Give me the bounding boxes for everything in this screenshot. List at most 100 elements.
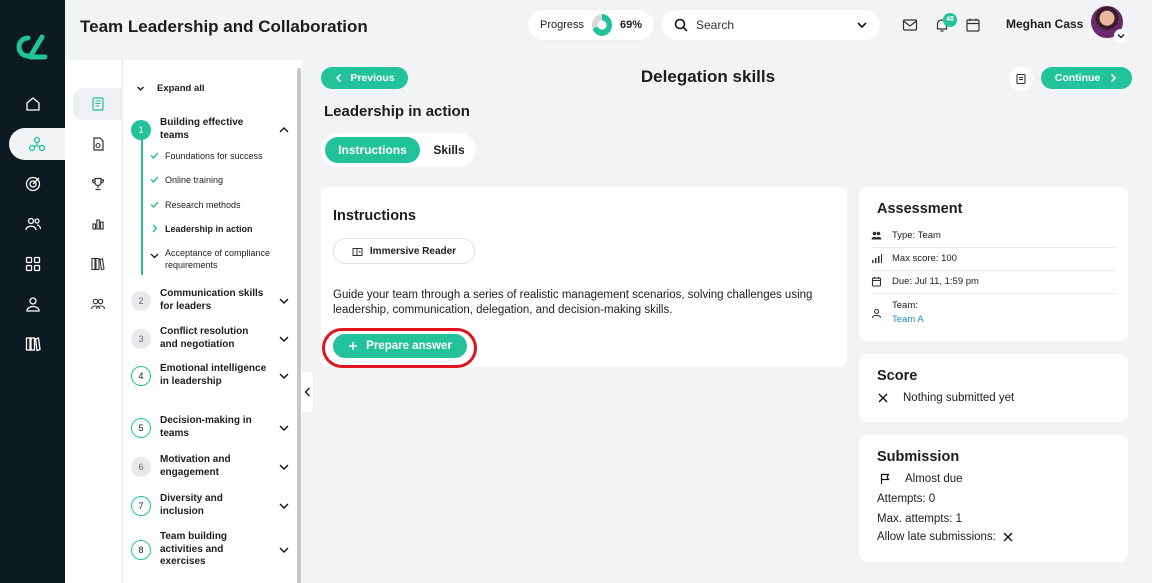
outline-tab-stats[interactable] bbox=[73, 208, 123, 240]
outline-tab-achievements[interactable] bbox=[73, 168, 123, 200]
previous-button[interactable]: Previous bbox=[321, 67, 408, 89]
user-icon bbox=[871, 308, 882, 319]
team-link[interactable]: Team A bbox=[892, 314, 924, 325]
highlight-annotation bbox=[322, 328, 477, 368]
network-icon bbox=[28, 136, 46, 152]
book-icon bbox=[92, 97, 104, 111]
immersive-reader-label: Immersive Reader bbox=[369, 245, 457, 257]
module-item[interactable]: 8 Team building activities and exercises bbox=[131, 531, 291, 569]
chevron-right-icon bbox=[1111, 73, 1117, 83]
score-status-text: Nothing submitted yet bbox=[903, 392, 1015, 404]
user-name[interactable]: Meghan Cass bbox=[1006, 17, 1083, 31]
nav-target[interactable] bbox=[0, 168, 65, 200]
lesson-item[interactable]: Acceptance of compliance requirements bbox=[150, 247, 290, 271]
lesson-progress-line bbox=[141, 138, 143, 275]
nav-users[interactable] bbox=[0, 208, 65, 240]
assessment-max-score-text: Max score: 100 bbox=[892, 253, 957, 264]
left-nav-bar bbox=[0, 0, 65, 583]
nav-home[interactable] bbox=[0, 88, 65, 120]
chevron-down-icon[interactable] bbox=[277, 294, 291, 308]
outline-tab-documents[interactable] bbox=[73, 128, 123, 160]
progress-label: Progress bbox=[540, 19, 585, 31]
calendar-icon bbox=[871, 277, 882, 287]
outline-scrollbar[interactable] bbox=[297, 68, 301, 583]
previous-label: Previous bbox=[350, 72, 395, 84]
module-item[interactable]: 6 Motivation and engagement bbox=[131, 454, 291, 479]
chevron-left-icon bbox=[336, 73, 342, 83]
assessment-heading: Assessment bbox=[877, 201, 963, 217]
submission-late: Allow late submissions: bbox=[877, 531, 1014, 543]
module-item[interactable]: 3 Conflict resolution and negotiation bbox=[131, 326, 291, 351]
score-status: Nothing submitted yet bbox=[877, 392, 1014, 404]
assessment-max-score: Max score: 100 bbox=[871, 253, 1116, 271]
flag-icon bbox=[880, 473, 890, 484]
chevron-down-icon[interactable] bbox=[277, 499, 291, 513]
module-name: Communication skills for leaders bbox=[160, 288, 264, 312]
avatar-menu-chevron[interactable] bbox=[1114, 29, 1128, 43]
chevron-down-icon[interactable] bbox=[277, 369, 291, 383]
module-name: Emotional intelligence in leadership bbox=[160, 363, 267, 387]
module-item[interactable]: 2 Communication skills for leaders bbox=[131, 288, 291, 313]
outline-tab-library[interactable] bbox=[73, 248, 123, 280]
module-name: Diversity and inclusion bbox=[160, 493, 223, 517]
course-title: Team Leadership and Collaboration bbox=[80, 17, 368, 36]
chevron-down-icon[interactable] bbox=[277, 460, 291, 474]
tab-instructions[interactable]: Instructions bbox=[325, 137, 420, 163]
chevron-down-icon[interactable] bbox=[277, 421, 291, 435]
progress-ring bbox=[592, 14, 612, 36]
library-icon bbox=[25, 337, 41, 352]
chevron-down-icon bbox=[1117, 34, 1125, 39]
chevron-down-icon[interactable] bbox=[277, 543, 291, 557]
bar-chart-icon bbox=[92, 219, 104, 230]
outline-tool-rail bbox=[65, 60, 123, 583]
module-item[interactable]: 4 Emotional intelligence in leadership bbox=[131, 363, 291, 388]
submission-due-text: Almost due bbox=[905, 473, 963, 485]
module-item[interactable]: 5 Decision-making in teams bbox=[131, 415, 291, 440]
page-title: Delegation skills bbox=[640, 67, 776, 86]
collapse-outline-button[interactable] bbox=[302, 372, 313, 412]
expand-all-label: Expand all bbox=[157, 83, 205, 94]
user-icon bbox=[25, 297, 40, 312]
immersive-reader-button[interactable]: Immersive Reader bbox=[333, 238, 475, 264]
lesson-label: Acceptance of compliance requirements bbox=[165, 248, 271, 270]
tab-skills[interactable]: Skills bbox=[425, 137, 473, 163]
nav-network[interactable] bbox=[9, 128, 65, 160]
chevron-down-icon[interactable] bbox=[856, 19, 868, 31]
chevron-up-icon[interactable] bbox=[277, 123, 291, 137]
calendar-icon[interactable] bbox=[964, 16, 982, 34]
outline-list: Expand all 1 Building effective teams Fo… bbox=[124, 60, 297, 583]
search-bar[interactable]: Search bbox=[662, 10, 880, 40]
lesson-label: Leadership in action bbox=[165, 224, 253, 234]
lesson-item[interactable]: Online training bbox=[150, 174, 290, 186]
module-number: 8 bbox=[131, 539, 151, 560]
notes-button[interactable] bbox=[1009, 67, 1033, 91]
lesson-item[interactable]: Research methods bbox=[150, 199, 290, 211]
module-item[interactable]: 7 Diversity and inclusion bbox=[131, 493, 291, 518]
nav-library[interactable] bbox=[0, 328, 65, 360]
lesson-item[interactable]: Foundations for success bbox=[150, 150, 290, 162]
partial-progress-icon bbox=[150, 253, 159, 259]
document-icon bbox=[93, 137, 104, 151]
lesson-item-current[interactable]: Leadership in action bbox=[150, 223, 290, 235]
module-name: Conflict resolution and negotiation bbox=[160, 326, 249, 350]
check-icon bbox=[150, 176, 159, 184]
nav-profile[interactable] bbox=[0, 288, 65, 320]
brand-logo-icon[interactable] bbox=[12, 32, 52, 62]
chevron-down-icon[interactable] bbox=[277, 332, 291, 346]
nav-grid[interactable] bbox=[0, 248, 65, 280]
module-name: Decision-making in teams bbox=[160, 415, 252, 439]
module-name: Building effective teams bbox=[160, 117, 244, 141]
module-number: 4 bbox=[131, 365, 151, 386]
instructions-heading: Instructions bbox=[333, 208, 416, 224]
assessment-team: Team: Team A bbox=[871, 300, 1116, 331]
progress-indicator: Progress 69% bbox=[528, 10, 654, 40]
expand-all-button[interactable]: Expand all bbox=[136, 83, 205, 94]
outline-tab-groups[interactable] bbox=[73, 288, 123, 320]
mail-icon[interactable] bbox=[901, 16, 919, 34]
module-item[interactable]: 1 Building effective teams bbox=[131, 117, 291, 142]
chevron-left-icon bbox=[304, 387, 310, 397]
search-input[interactable]: Search bbox=[696, 18, 856, 32]
outline-tab-content[interactable] bbox=[73, 88, 123, 120]
assessment-team-label: Team: bbox=[892, 300, 918, 311]
continue-button[interactable]: Continue bbox=[1041, 67, 1132, 89]
